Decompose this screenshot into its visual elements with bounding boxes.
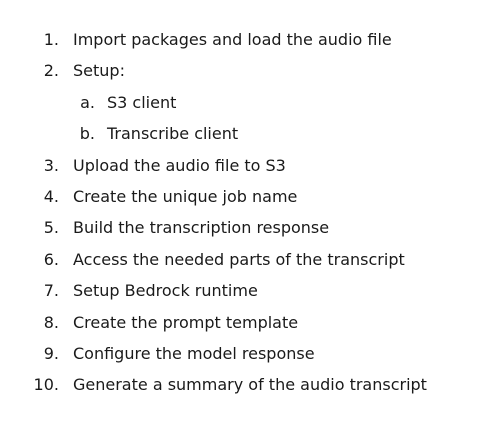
list-item: 9. Configure the model response	[0, 338, 497, 369]
steps-list: 1. Import packages and load the audio fi…	[0, 24, 497, 401]
sub-list-item: a. S3 client	[0, 87, 497, 118]
sub-list-item: b. Transcribe client	[0, 118, 497, 149]
list-item: 6. Access the needed parts of the transc…	[0, 244, 497, 275]
list-item: 3. Upload the audio file to S3	[0, 150, 497, 181]
item-text: Build the transcription response	[73, 218, 330, 238]
item-text: Upload the audio file to S3	[73, 155, 286, 175]
item-number: 7.	[43, 281, 59, 301]
item-number: 4.	[43, 186, 59, 206]
item-text: Create the prompt template	[73, 312, 299, 332]
list-item: 7. Setup Bedrock runtime	[0, 275, 497, 306]
item-number: 1.	[43, 30, 59, 49]
item-number: 8.	[43, 312, 59, 332]
item-text: Access the needed parts of the transcrip…	[73, 249, 405, 269]
sub-item-text: Transcribe client	[107, 124, 239, 144]
list-item: 10. Generate a summary of the audio tran…	[0, 369, 497, 400]
item-text: Import packages and load the audio file	[73, 30, 392, 49]
item-text: Setup:	[73, 61, 125, 81]
item-text: Create the unique job name	[73, 186, 298, 206]
item-text: Setup Bedrock runtime	[73, 281, 258, 301]
item-number: 6.	[43, 249, 59, 269]
sub-item-letter: b.	[79, 124, 95, 144]
item-number: 9.	[43, 343, 59, 363]
item-text: Configure the model response	[73, 343, 315, 363]
list-item: 2. Setup:	[0, 55, 497, 86]
list-item: 8. Create the prompt template	[0, 307, 497, 338]
item-number: 10.	[33, 375, 59, 395]
item-number: 3.	[43, 155, 59, 175]
item-text: Generate a summary of the audio transcri…	[73, 375, 427, 395]
list-item: 4. Create the unique job name	[0, 181, 497, 212]
list-item: 1. Import packages and load the audio fi…	[0, 24, 497, 55]
sub-item-letter: a.	[80, 92, 95, 112]
item-number: 5.	[43, 218, 59, 238]
list-item: 5. Build the transcription response	[0, 212, 497, 243]
item-number: 2.	[43, 61, 59, 81]
sub-item-text: S3 client	[107, 92, 177, 112]
